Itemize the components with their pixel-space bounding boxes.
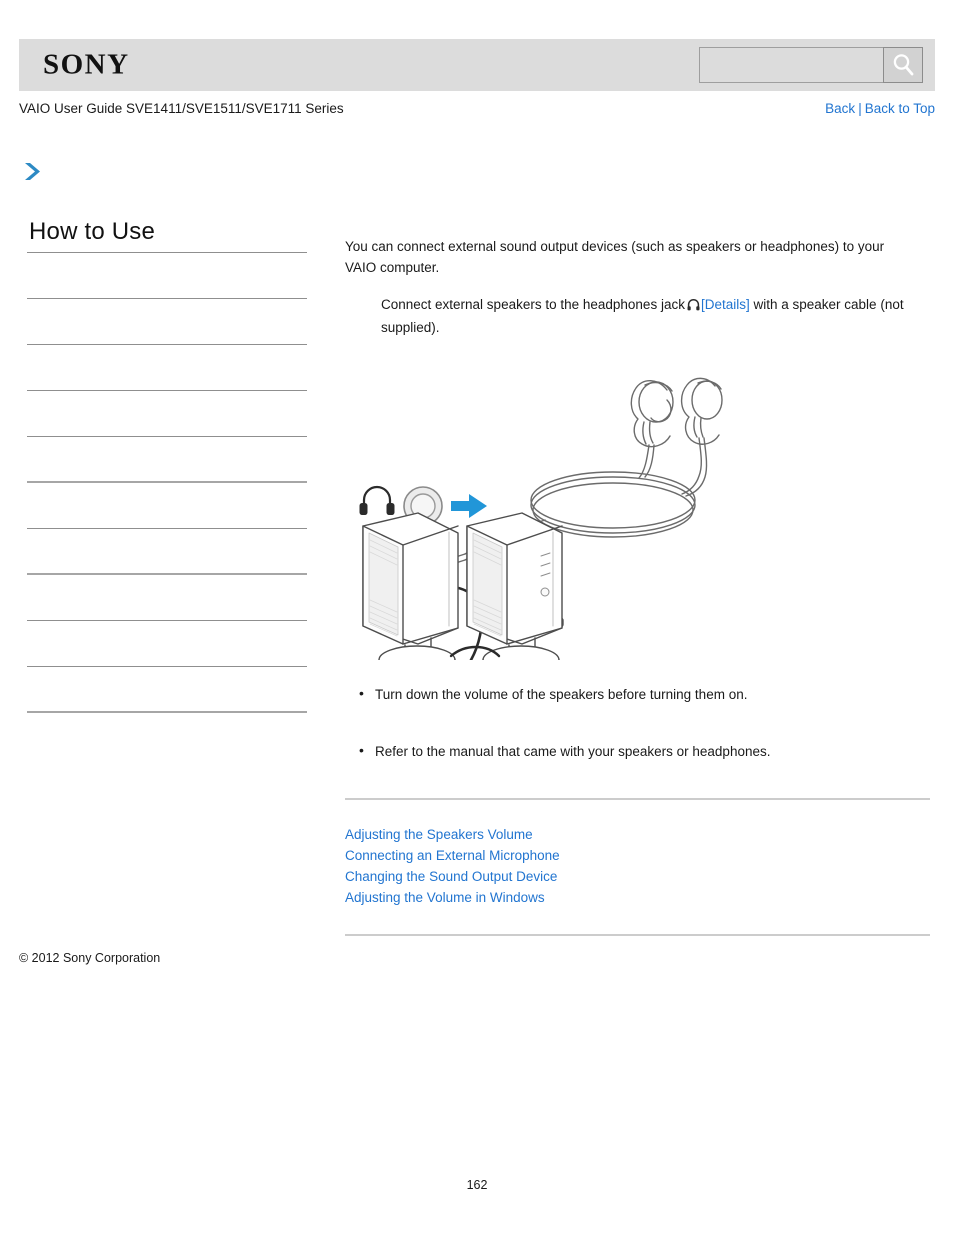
left-speaker <box>362 512 459 675</box>
related-link-adjusting-speakers-volume[interactable]: Adjusting the Speakers Volume <box>345 824 930 845</box>
sidebar-item-4[interactable] <box>27 391 307 437</box>
related-link-changing-sound-output-device[interactable]: Changing the Sound Output Device <box>345 866 930 887</box>
notes-list: Turn down the volume of the speakers bef… <box>345 683 930 762</box>
connection-illustration <box>345 360 930 708</box>
connection-step: Connect external speakers to the headpho… <box>381 294 911 338</box>
sidebar-item-5[interactable] <box>27 437 307 483</box>
sidebar-item-2[interactable] <box>27 299 307 345</box>
note-item: Turn down the volume of the speakers bef… <box>345 683 930 705</box>
sidebar-item-9[interactable] <box>27 621 307 667</box>
arrow-to-jack <box>451 494 487 518</box>
content-divider-bottom <box>345 934 930 936</box>
nav-separator: | <box>858 101 862 116</box>
site-header: SONY <box>19 39 935 91</box>
details-link[interactable]: [Details] <box>701 297 750 312</box>
sidebar-item-1[interactable] <box>27 253 307 299</box>
sidebar-item-10[interactable] <box>27 667 307 713</box>
header-nav-links: Back | Back to Top <box>825 101 935 116</box>
sidebar-item-8[interactable] <box>27 575 307 621</box>
headphone-jack-symbol <box>359 485 395 515</box>
page-number: 162 <box>466 1178 488 1192</box>
copyright-notice: © 2012 Sony Corporation <box>19 951 161 965</box>
sidebar-item-6[interactable] <box>27 483 307 529</box>
related-link-connecting-external-microphone[interactable]: Connecting an External Microphone <box>345 845 930 866</box>
intro-paragraph: You can connect external sound output de… <box>345 239 885 275</box>
related-links: Adjusting the Speakers Volume Connecting… <box>345 824 930 908</box>
sidebar-title: How to Use <box>29 218 156 245</box>
back-to-top-link[interactable]: Back to Top <box>865 101 935 116</box>
speakers-headphones-diagram <box>359 377 723 708</box>
search-area <box>699 47 923 83</box>
subheader: VAIO User Guide SVE1411/SVE1511/SVE1711 … <box>19 101 935 123</box>
breadcrumb <box>22 160 44 184</box>
sidebar-item-divider <box>27 711 307 713</box>
search-button[interactable] <box>883 47 923 83</box>
sidebar: How to Use <box>27 218 307 713</box>
search-icon <box>893 54 914 76</box>
note-item: Refer to the manual that came with your … <box>345 740 930 762</box>
sidebar-item-7[interactable] <box>27 529 307 575</box>
back-link[interactable]: Back <box>825 101 855 116</box>
headphone-icon <box>687 296 700 317</box>
right-speaker <box>466 512 563 675</box>
related-link-adjusting-volume-in-windows[interactable]: Adjusting the Volume in Windows <box>345 887 930 908</box>
step-text-before: Connect external speakers to the headpho… <box>381 297 685 312</box>
sony-logo: SONY <box>43 48 130 81</box>
main-content: You can connect external sound output de… <box>345 236 930 936</box>
chevron-right-icon[interactable] <box>22 160 44 184</box>
guide-title: VAIO User Guide SVE1411/SVE1511/SVE1711 … <box>19 101 344 116</box>
search-input[interactable] <box>699 47 883 83</box>
sidebar-item-3[interactable] <box>27 345 307 391</box>
content-divider-top <box>345 798 930 800</box>
